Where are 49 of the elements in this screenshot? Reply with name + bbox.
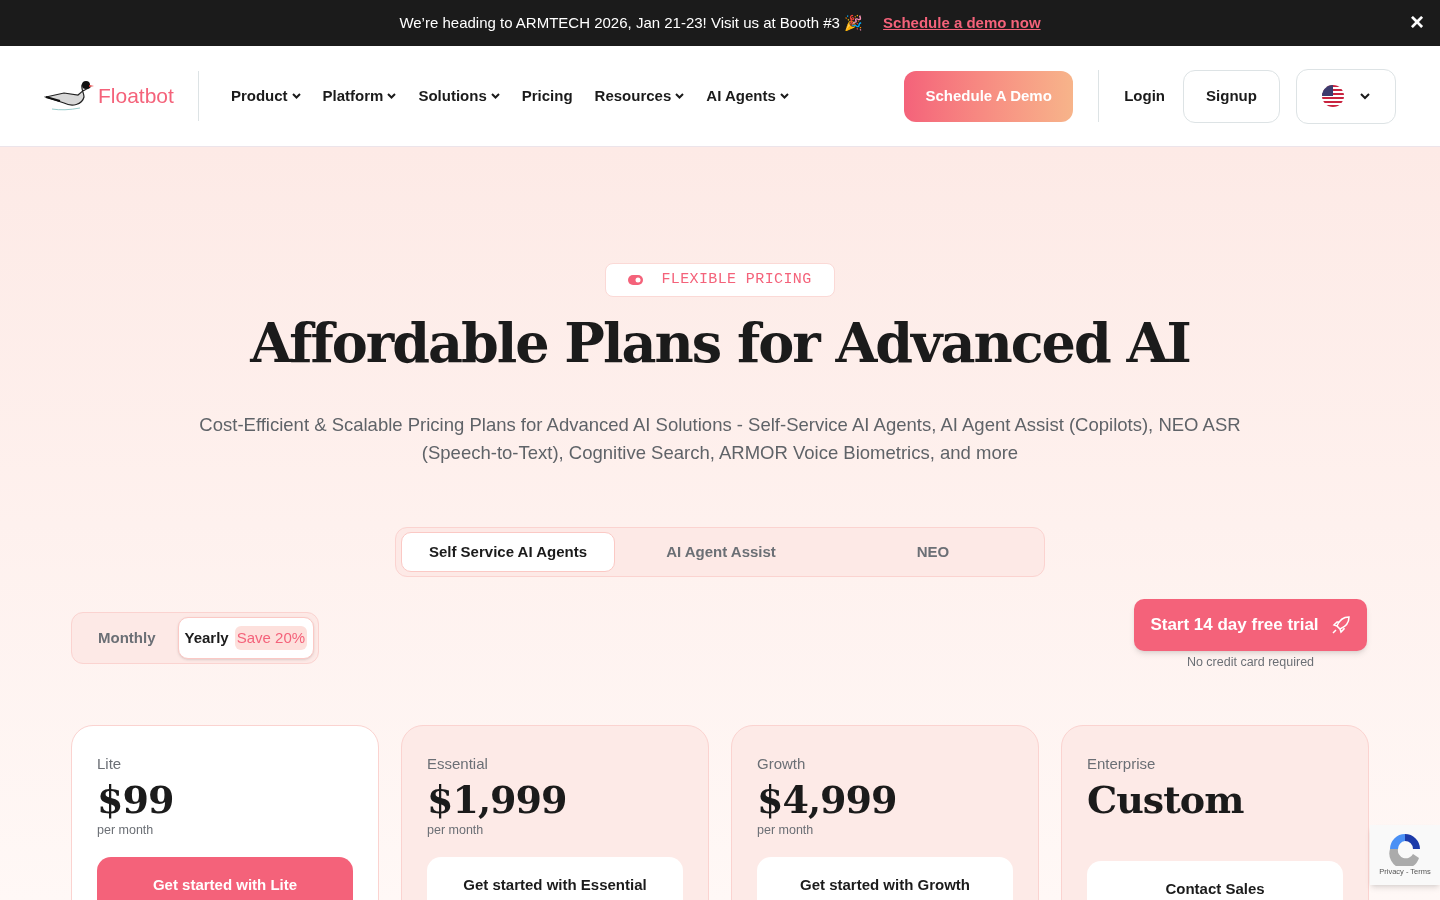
plan-name: Enterprise — [1087, 753, 1157, 774]
signup-button[interactable]: Signup — [1183, 69, 1280, 123]
discount-badge: Save 20% — [234, 625, 308, 651]
nav-link[interactable]: Pricing — [521, 84, 573, 108]
chevron-down-icon — [291, 93, 301, 99]
plan-button[interactable]: Contact Sales — [1087, 861, 1343, 900]
toggle-icon — [628, 275, 644, 285]
plan-price: Custom — [1087, 776, 1245, 825]
language-selector[interactable] — [1296, 68, 1396, 124]
nav-link[interactable]: Resources — [594, 84, 685, 108]
close-button[interactable]: × — [1410, 8, 1424, 36]
seagull-logo-icon — [44, 79, 94, 113]
nav-link[interactable]: Solutions — [418, 84, 500, 108]
nav-link[interactable]: Platform — [322, 84, 397, 108]
chevron-down-icon — [387, 93, 397, 99]
product-tab[interactable]: AI Agent Assist — [615, 532, 827, 572]
chevron-down-icon — [675, 93, 685, 99]
us-flag-icon — [1322, 85, 1344, 107]
login-link[interactable]: Login — [1124, 84, 1165, 108]
chevron-down-icon — [779, 93, 789, 99]
badge-label: FLEXIBLE PRICING — [661, 269, 812, 290]
nav-link[interactable]: Product — [230, 84, 301, 108]
billing-option[interactable]: Yearly Save 20% — [177, 617, 315, 659]
announcement-text: We’re heading to ARMTECH 2026, Jan 21-23! Visit us at Booth #3 🎉 — [399, 12, 864, 33]
plan-price: $4,999 — [757, 776, 898, 825]
demo-link[interactable]: Schedule a demo now — [883, 11, 1041, 35]
price-period: per month — [427, 822, 485, 840]
price-period: per month — [757, 822, 815, 840]
brand-name: Floatbot — [98, 83, 174, 110]
hero-title: Affordable Plans for Advanced AI — [250, 310, 1190, 377]
plan-price: $99 — [97, 776, 175, 825]
plan-name: Essential — [427, 753, 489, 774]
nav-link[interactable]: AI Agents — [706, 84, 789, 108]
option-label: Yearly — [184, 627, 229, 648]
rocket-icon — [1330, 615, 1351, 635]
plan-button[interactable]: Get started with Essential — [427, 857, 683, 900]
recaptcha-icon — [1387, 832, 1423, 867]
billing-option[interactable]: Monthly — [76, 617, 178, 659]
trial-note: No credit card required — [1186, 654, 1315, 671]
plan-price: $1,999 — [427, 776, 568, 825]
plan-button[interactable]: Get started with Growth — [757, 857, 1013, 900]
plan-name: Growth — [757, 753, 807, 774]
product-tab[interactable]: Self Service AI Agents — [401, 532, 615, 572]
hero-subtitle: Cost-Efficient & Scalable Pricing Plans for Advanced AI Solutions - Self-Service AI Agents, AI Agent Assist (Copilots), NEO ASR (Speech-to-Text), Cognitive Search, ARMOR Voice Biometrics, and more — [198, 413, 1242, 465]
chevron-down-icon — [1360, 92, 1370, 100]
chevron-down-icon — [490, 93, 500, 99]
price-period: per month — [97, 822, 155, 840]
product-tab[interactable]: NEO — [827, 532, 1039, 572]
plan-name: Lite — [97, 753, 123, 774]
